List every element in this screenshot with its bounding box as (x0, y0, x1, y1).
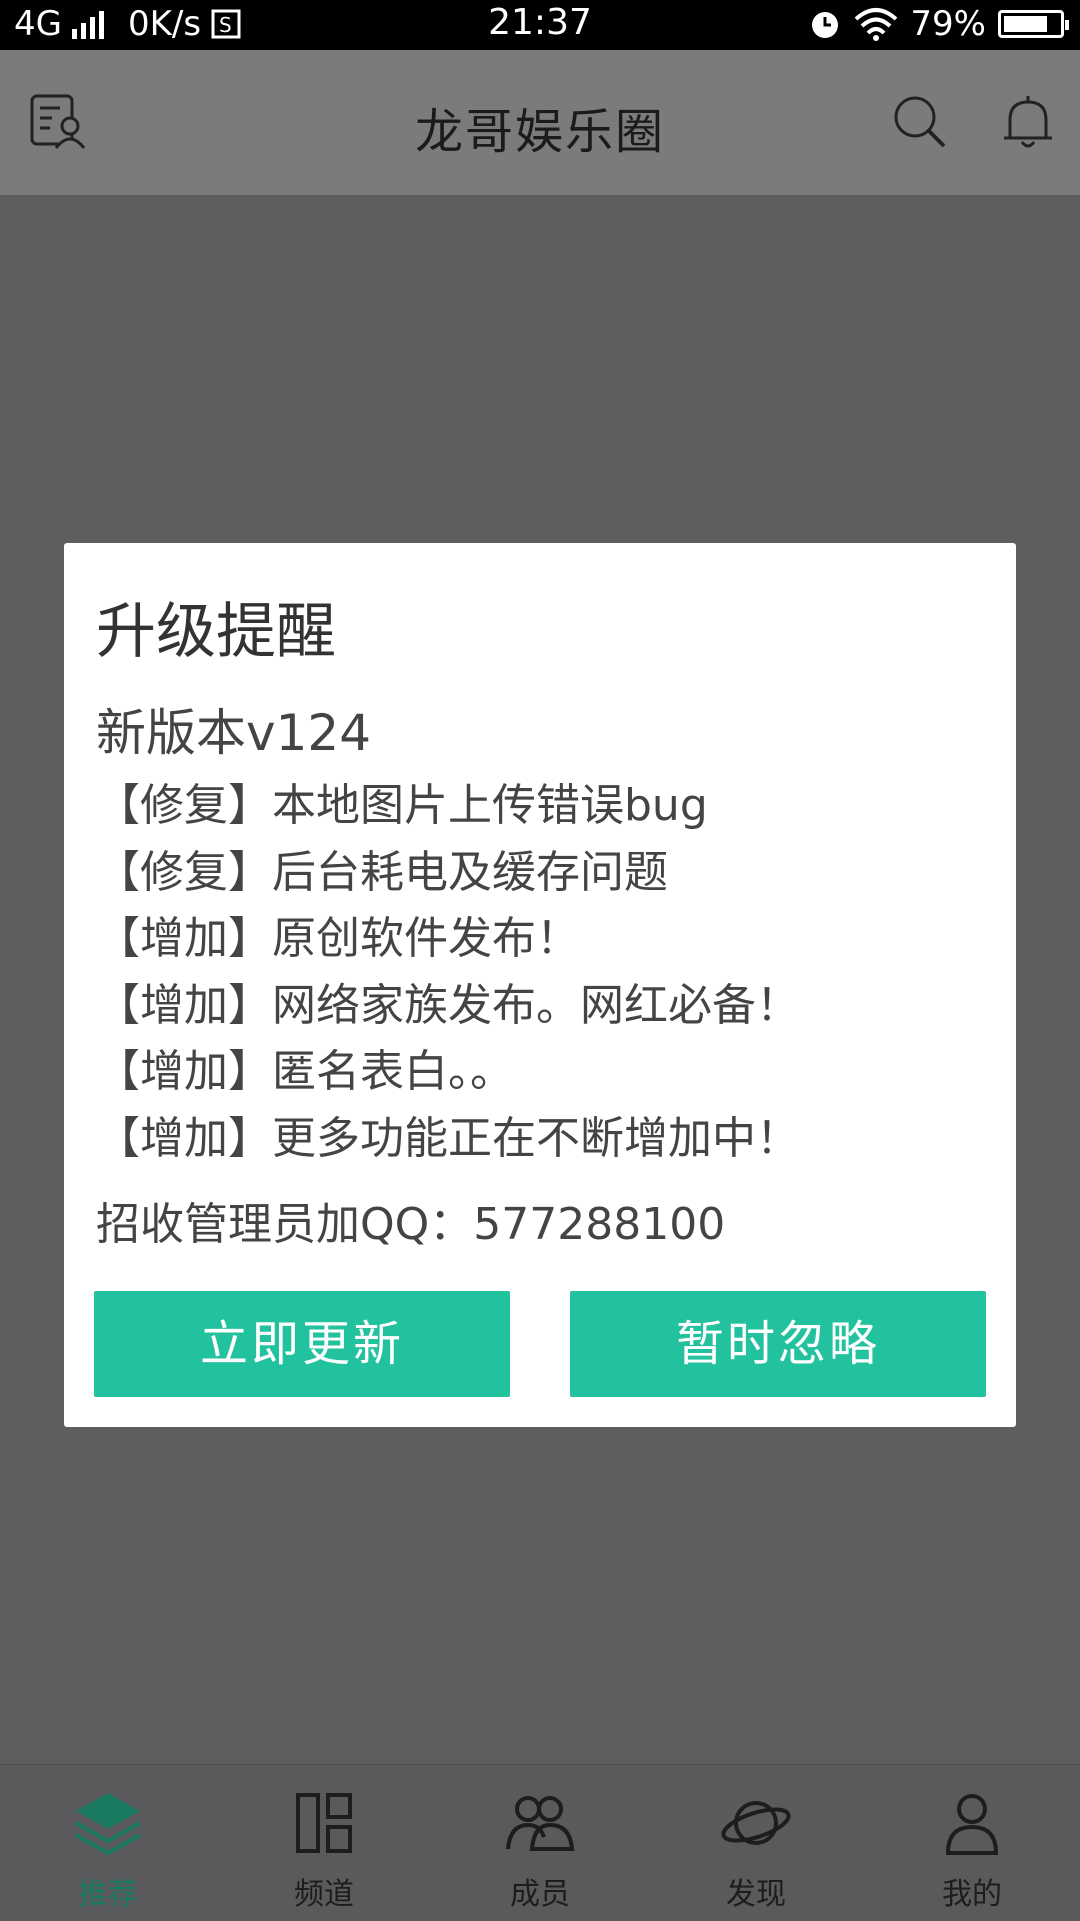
changelog-item: 【增加】更多功能正在不断增加中！ (96, 1112, 800, 1164)
admin-contact: 招收管理员加QQ：577288100 (96, 1199, 726, 1250)
status-bar: 4G 0K/s S 21:37 79% (0, 0, 1080, 50)
update-now-button[interactable]: 立即更新 (94, 1291, 510, 1397)
changelog-item: 【增加】原创软件发布！ (96, 913, 580, 964)
upgrade-dialog: 升级提醒 新版本v124 【修复】本地图片上传错误bug 【修复】后台耗电及缓存… (64, 543, 1016, 1427)
dialog-title: 升级提醒 (96, 597, 336, 667)
changelog-item: 【增加】匿名表白。。 (96, 1046, 514, 1097)
tab-label: 发现 (726, 1877, 786, 1912)
changelog-item: 【修复】本地图片上传错误bug (96, 780, 708, 831)
tab-members[interactable]: 成员 (432, 1765, 648, 1921)
tab-label: 频道 (294, 1877, 354, 1912)
tab-label: 推荐 (78, 1877, 138, 1912)
planet-icon (721, 1801, 791, 1845)
grid-icon (296, 1793, 352, 1853)
changelog-list: 【修复】本地图片上传错误bug 【修复】后台耗电及缓存问题 【增加】原创软件发布… (96, 773, 800, 1172)
alarm-icon (812, 12, 839, 38)
dialog-version: 新版本v124 (96, 704, 372, 762)
tab-recommend[interactable]: 推荐 (0, 1765, 216, 1921)
ignore-button[interactable]: 暂时忽略 (570, 1291, 986, 1397)
tab-label: 成员 (510, 1877, 570, 1912)
layers-icon (75, 1793, 141, 1856)
battery-level (1004, 16, 1047, 32)
changelog-item: 【增加】网络家族发布。网红必备！ (96, 979, 800, 1031)
tab-mine[interactable]: 我的 (864, 1765, 1080, 1921)
wifi-icon (855, 8, 898, 41)
tab-channels[interactable]: 频道 (216, 1765, 432, 1921)
battery-percent: 79% (910, 4, 986, 44)
bell-icon[interactable] (996, 90, 1060, 154)
battery-icon (998, 10, 1069, 38)
tab-label: 我的 (942, 1877, 1002, 1912)
tab-discover[interactable]: 发现 (648, 1765, 864, 1921)
app-header: 龙哥娱乐圈 (0, 50, 1080, 195)
group-icon (506, 1796, 575, 1851)
changelog-item: 【修复】后台耗电及缓存问题 (96, 846, 668, 898)
user-icon (945, 1794, 999, 1855)
bottom-nav: 推荐 频道 成员 发现 我的 (0, 1764, 1080, 1921)
search-icon[interactable] (888, 90, 952, 154)
status-right: 79% (808, 4, 1069, 44)
